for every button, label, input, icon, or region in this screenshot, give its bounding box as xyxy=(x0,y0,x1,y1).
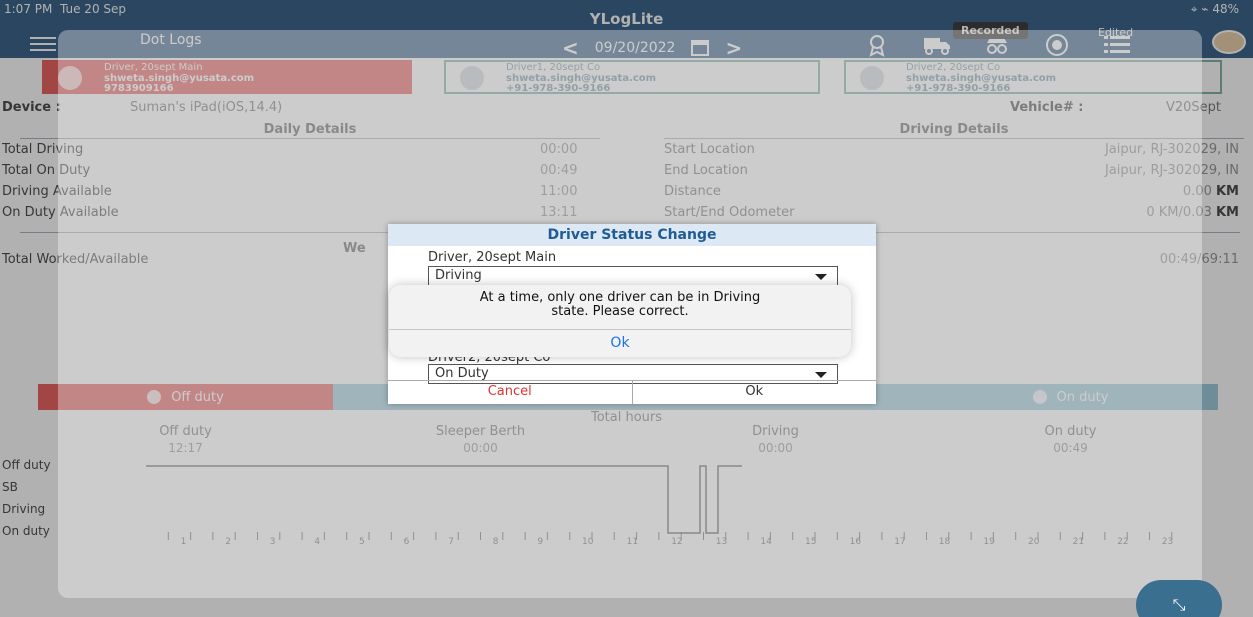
dialog-buttons: Cancel Ok xyxy=(388,380,876,404)
ok-button[interactable]: Ok xyxy=(633,381,877,404)
fullscreen-button[interactable]: ⤡ xyxy=(1136,580,1222,617)
alert-message: At a time, only one driver can be in Dri… xyxy=(479,290,761,319)
chevron-down-icon xyxy=(815,274,827,280)
expand-icon: ⤡ xyxy=(1172,595,1186,614)
cancel-button[interactable]: Cancel xyxy=(388,381,633,404)
driver1-label: Driver, 20sept Main xyxy=(428,250,557,265)
chevron-down-icon xyxy=(815,372,827,378)
dialog-title: Driver Status Change xyxy=(388,224,876,246)
alert-ok-button[interactable]: Ok xyxy=(389,330,851,357)
driver1-status-select[interactable]: Driving xyxy=(428,266,838,286)
alert-dialog: At a time, only one driver can be in Dri… xyxy=(389,285,851,357)
